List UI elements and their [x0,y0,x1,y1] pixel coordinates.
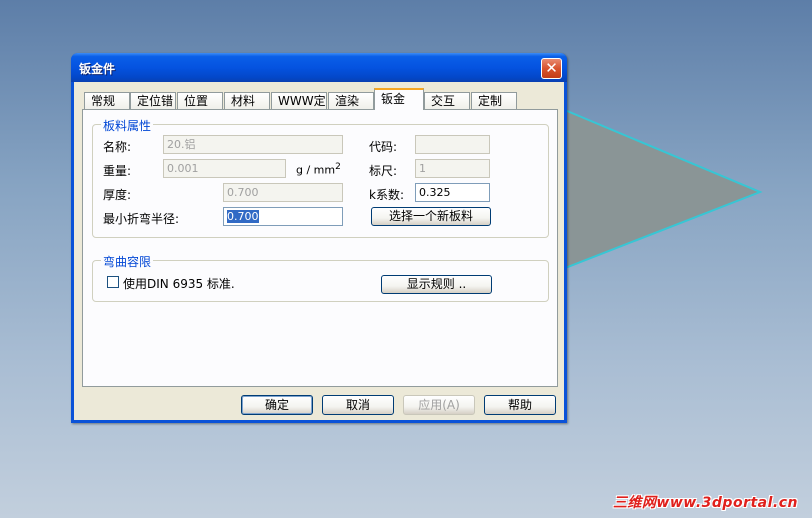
tab-label: 交互 [431,94,456,108]
tab-sheet-metal[interactable]: 钣金 [374,88,424,110]
show-rules-button[interactable]: 显示规则 .. [381,275,492,294]
close-button[interactable]: ✕ [541,58,562,79]
din-standard-checkbox[interactable] [107,276,119,288]
tab-label: 定位错 [137,94,174,108]
tab-label: 钣金 [381,92,406,106]
select-new-material-button[interactable]: 选择一个新板料 [371,207,491,226]
tab-custom[interactable]: 定制 [471,92,517,109]
weight-unit: g / mm2 [296,162,341,177]
dialog-client-area: 常规 定位错 位置 材料 WWW定位 渲染 钣金 交互 定制 板料属性 名称: … [74,82,564,420]
din-standard-label: 使用DIN 6935 标准. [123,277,235,291]
min-bend-radius-label: 最小折弯半径: [103,212,180,226]
name-field[interactable]: 20.铝 [163,135,343,154]
tab-locate-error[interactable]: 定位错 [130,92,176,109]
tab-label: 常规 [91,94,116,108]
tab-general[interactable]: 常规 [84,92,130,109]
tab-position[interactable]: 位置 [177,92,223,109]
sheet-material-group: 板料属性 名称: 20.铝 重量: 0.001 g / mm2 厚度: 0.70… [92,117,549,238]
bend-allowance-group-title: 弯曲容限 [101,253,154,270]
thickness-field[interactable]: 0.700 [223,183,343,202]
gauge-field[interactable]: 1 [415,159,490,178]
tab-material[interactable]: 材料 [224,92,270,109]
cancel-button[interactable]: 取消 [322,395,394,415]
sheet-metal-tab-panel: 板料属性 名称: 20.铝 重量: 0.001 g / mm2 厚度: 0.70… [82,109,558,387]
dialog-title: 钣金件 [79,62,116,76]
tab-label: 定制 [478,94,503,108]
tab-label: 位置 [184,94,209,108]
min-bend-radius-field[interactable]: 0.700 [223,207,343,226]
gauge-label: 标尺: [369,164,398,178]
k-factor-label: k系数: [369,188,404,202]
code-field[interactable] [415,135,490,154]
name-label: 名称: [103,140,132,154]
tab-label: 材料 [231,94,256,108]
weight-label: 重量: [103,164,132,178]
k-factor-field[interactable]: 0.325 [415,183,490,202]
tab-label: WWW定位 [278,94,326,108]
tab-www-locate[interactable]: WWW定位 [271,92,327,109]
help-button[interactable]: 帮助 [484,395,556,415]
site-watermark: 三维网www.3dportal.cn [612,495,798,511]
min-bend-radius-value: 0.700 [227,210,259,223]
tab-interaction[interactable]: 交互 [424,92,470,109]
tab-render[interactable]: 渲染 [328,92,374,109]
ok-button[interactable]: 确定 [241,395,313,415]
close-icon: ✕ [545,59,558,77]
dialog-titlebar[interactable]: 钣金件 ✕ [71,53,567,82]
apply-button[interactable]: 应用(A) [403,395,475,415]
weight-unit-text: g / mm [296,163,336,177]
weight-field[interactable]: 0.001 [163,159,286,178]
thickness-label: 厚度: [103,188,132,202]
bend-allowance-group: 弯曲容限 使用DIN 6935 标准. 显示规则 .. [92,253,549,302]
weight-unit-exponent: 2 [335,162,341,172]
sheet-metal-part-dialog: 钣金件 ✕ 常规 定位错 位置 材料 WWW定位 渲染 钣金 交互 定制 板料属… [71,53,567,423]
sheet-material-group-title: 板料属性 [101,117,154,134]
code-label: 代码: [369,140,398,154]
tab-label: 渲染 [335,94,360,108]
